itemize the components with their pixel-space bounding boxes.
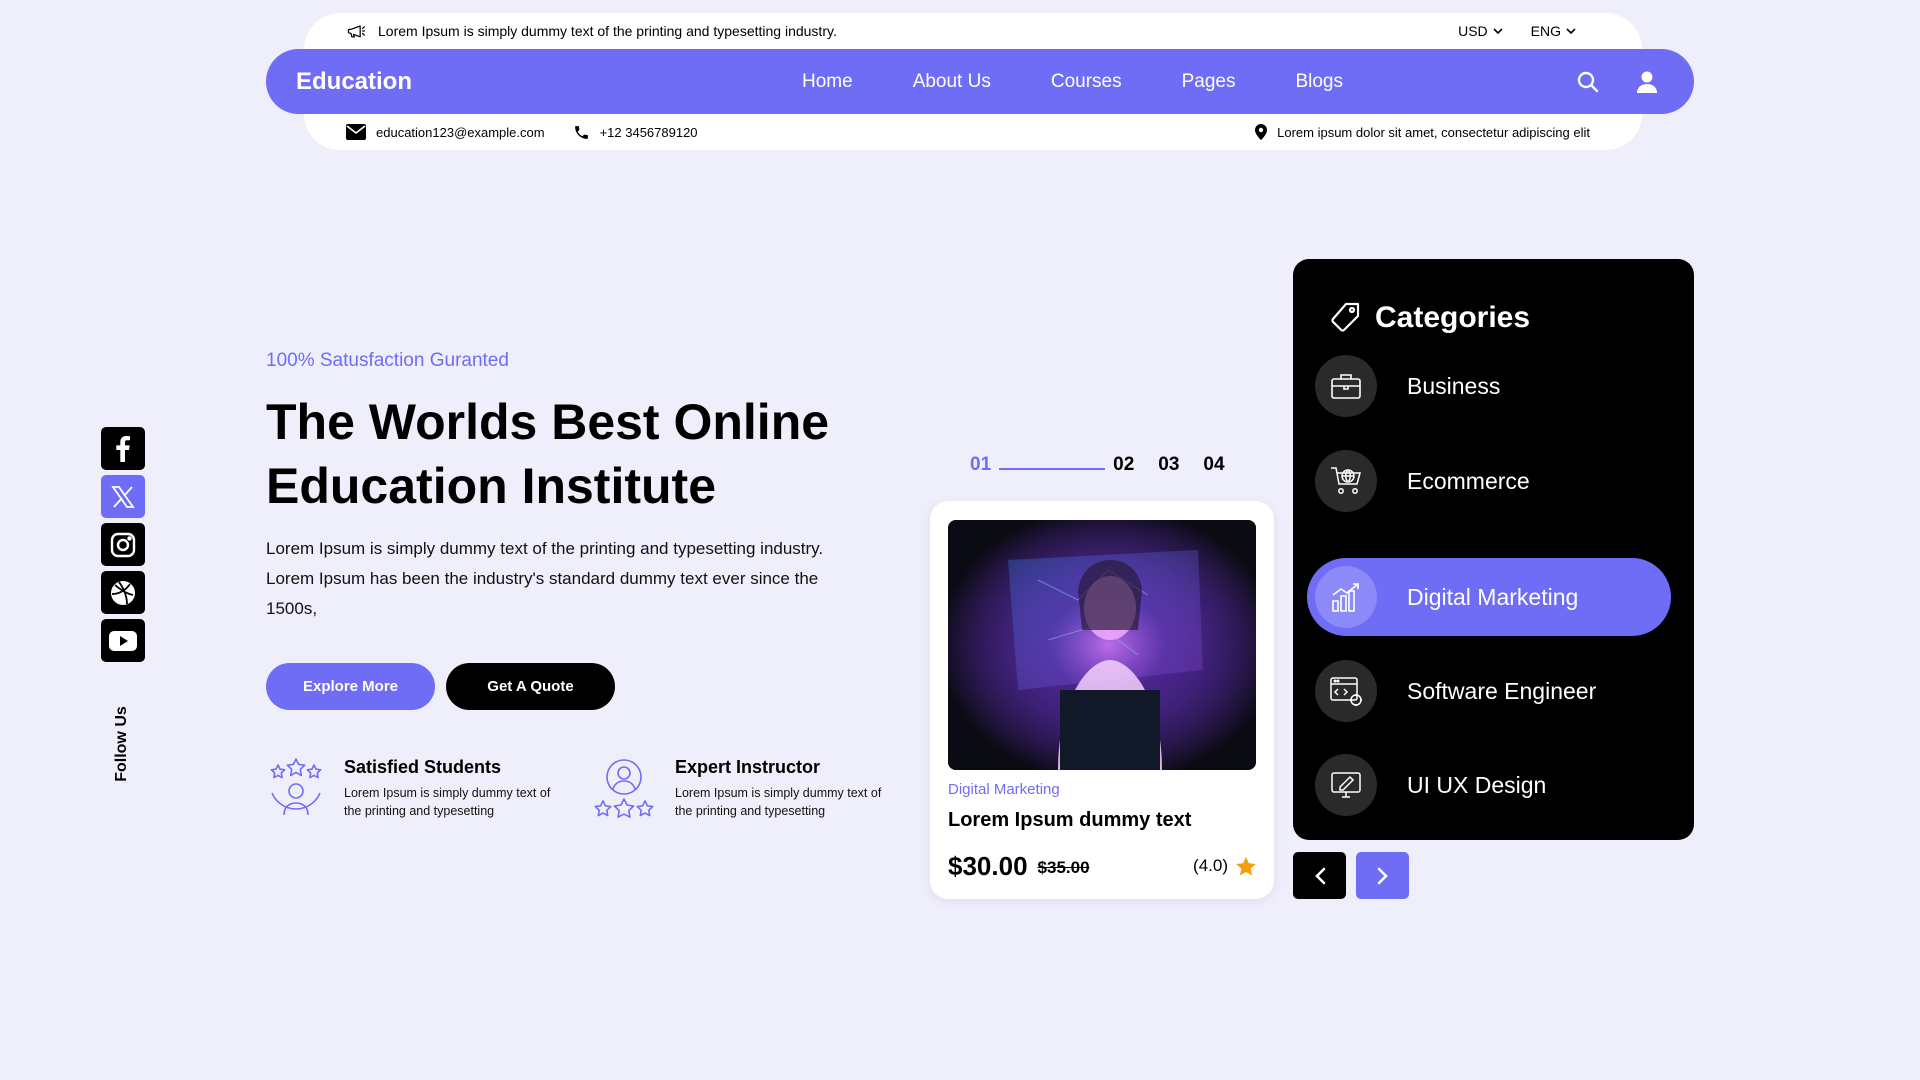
prev-slide-button[interactable] [1293, 852, 1346, 899]
main-navbar: Education Home About Us Courses Pages Bl… [266, 49, 1694, 114]
chevron-left-icon [1314, 867, 1326, 885]
students-stars-icon [266, 757, 326, 823]
address-info: Lorem ipsum dolor sit amet, consectetur … [1255, 114, 1590, 150]
course-old-price: $35.00 [1037, 858, 1090, 877]
hero-headline: The Worlds Best Online Education Institu… [266, 390, 866, 518]
megaphone-icon [346, 21, 366, 41]
rating-value: (4.0) [1193, 856, 1228, 875]
social-links [101, 427, 145, 662]
phone-contact[interactable]: +12 3456789120 [573, 124, 698, 141]
code-window-icon [1315, 660, 1377, 722]
phone-text: +12 3456789120 [599, 124, 698, 140]
follow-us-label: Follow Us [113, 706, 130, 782]
tag-icon [1329, 302, 1361, 334]
location-pin-icon [1255, 124, 1268, 140]
course-category[interactable]: Digital Marketing [948, 781, 1060, 798]
currency-value: USD [1458, 23, 1488, 39]
next-slide-button[interactable] [1356, 852, 1409, 899]
categories-title: Categories [1375, 301, 1531, 334]
nav-link-about-us[interactable]: About Us [913, 71, 991, 93]
chevron-down-icon [1493, 27, 1503, 35]
categories-panel: Categories Business Ecommerce Digital Ma… [1293, 259, 1694, 840]
course-price-row: $30.00 $35.00 (4.0) [948, 849, 1256, 883]
explore-more-button[interactable]: Explore More [266, 663, 435, 710]
chevron-down-icon [1566, 27, 1576, 35]
announcement-text: Lorem Ipsum is simply dummy text of the … [378, 23, 837, 39]
get-a-quote-button[interactable]: Get A Quote [446, 663, 615, 710]
address-text: Lorem ipsum dolor sit amet, consectetur … [1277, 124, 1590, 140]
feature-text: Lorem Ipsum is simply dummy text of the … [675, 786, 882, 818]
course-card[interactable]: Digital Marketing Lorem Ipsum dummy text… [930, 501, 1274, 899]
nav-menu: Home About Us Courses Pages Blogs [802, 49, 1343, 114]
instructor-stars-icon [591, 757, 657, 823]
dribbble-icon[interactable] [101, 571, 145, 614]
announcement: Lorem Ipsum is simply dummy text of the … [346, 13, 837, 49]
star-icon [1236, 856, 1256, 876]
category-label: UI UX Design [1407, 771, 1547, 798]
language-value: ENG [1530, 23, 1561, 39]
course-rating: (4.0) [1193, 856, 1256, 876]
user-icon[interactable] [1636, 70, 1658, 94]
nav-link-pages[interactable]: Pages [1182, 71, 1236, 93]
contact-info-bar: education123@example.com +12 3456789120 … [304, 114, 1642, 150]
mail-icon [346, 124, 366, 140]
hero-description: Lorem Ipsum is simply dummy text of the … [266, 539, 824, 618]
category-label: Digital Marketing [1407, 583, 1579, 610]
nav-link-home[interactable]: Home [802, 71, 853, 93]
headline-line-1: The Worlds Best Online [266, 394, 830, 450]
course-price: $30.00 [948, 850, 1028, 881]
category-label: Business [1407, 372, 1501, 399]
nav-link-courses[interactable]: Courses [1051, 71, 1122, 93]
growth-chart-icon [1315, 566, 1377, 628]
category-ecommerce[interactable]: Ecommerce [1307, 442, 1671, 520]
category-business[interactable]: Business [1307, 347, 1671, 425]
course-image [948, 520, 1256, 770]
chevron-right-icon [1377, 867, 1389, 885]
youtube-icon[interactable] [101, 619, 145, 662]
email-text: education123@example.com [376, 124, 545, 140]
currency-select[interactable]: USD [1458, 23, 1503, 39]
category-label: Ecommerce [1407, 467, 1530, 494]
briefcase-icon [1315, 355, 1377, 417]
globe-cart-icon [1315, 450, 1377, 512]
instagram-icon[interactable] [101, 523, 145, 566]
page-01[interactable]: 01 [970, 454, 991, 476]
top-announcement-bar: Lorem Ipsum is simply dummy text of the … [304, 13, 1642, 49]
language-select[interactable]: ENG [1531, 23, 1576, 39]
feature-text: Lorem Ipsum is simply dummy text of the … [344, 786, 551, 818]
categories-header: Categories [1329, 301, 1530, 335]
feature-satisfied-students: Satisfied Students Lorem Ipsum is simply… [266, 757, 566, 823]
nav-link-blogs[interactable]: Blogs [1295, 71, 1343, 93]
course-title[interactable]: Lorem Ipsum dummy text [948, 809, 1191, 832]
category-digital-marketing[interactable]: Digital Marketing [1307, 558, 1671, 636]
feature-title: Satisfied Students [344, 757, 502, 777]
design-monitor-icon [1315, 754, 1377, 816]
feature-expert-instructor: Expert Instructor Lorem Ipsum is simply … [591, 757, 897, 823]
page-02[interactable]: 02 [1113, 454, 1134, 476]
category-ui-ux-design[interactable]: UI UX Design [1307, 746, 1671, 824]
category-label: Software Engineer [1407, 677, 1597, 704]
page-04[interactable]: 04 [1203, 454, 1224, 476]
hero-tagline: 100% Satusfaction Guranted [266, 350, 509, 371]
facebook-icon[interactable] [101, 427, 145, 470]
page-03[interactable]: 03 [1158, 454, 1179, 476]
phone-icon [573, 124, 590, 141]
x-icon[interactable] [101, 475, 145, 518]
brand-logo[interactable]: Education [296, 49, 412, 114]
email-contact[interactable]: education123@example.com [346, 124, 545, 140]
headline-line-2: Education Institute [266, 458, 716, 514]
search-icon[interactable] [1576, 70, 1600, 94]
feature-title: Expert Instructor [675, 757, 821, 777]
active-page-indicator [999, 468, 1106, 470]
slide-pager: 01 02 03 04 [970, 452, 1225, 478]
category-software-engineer[interactable]: Software Engineer [1307, 652, 1671, 730]
